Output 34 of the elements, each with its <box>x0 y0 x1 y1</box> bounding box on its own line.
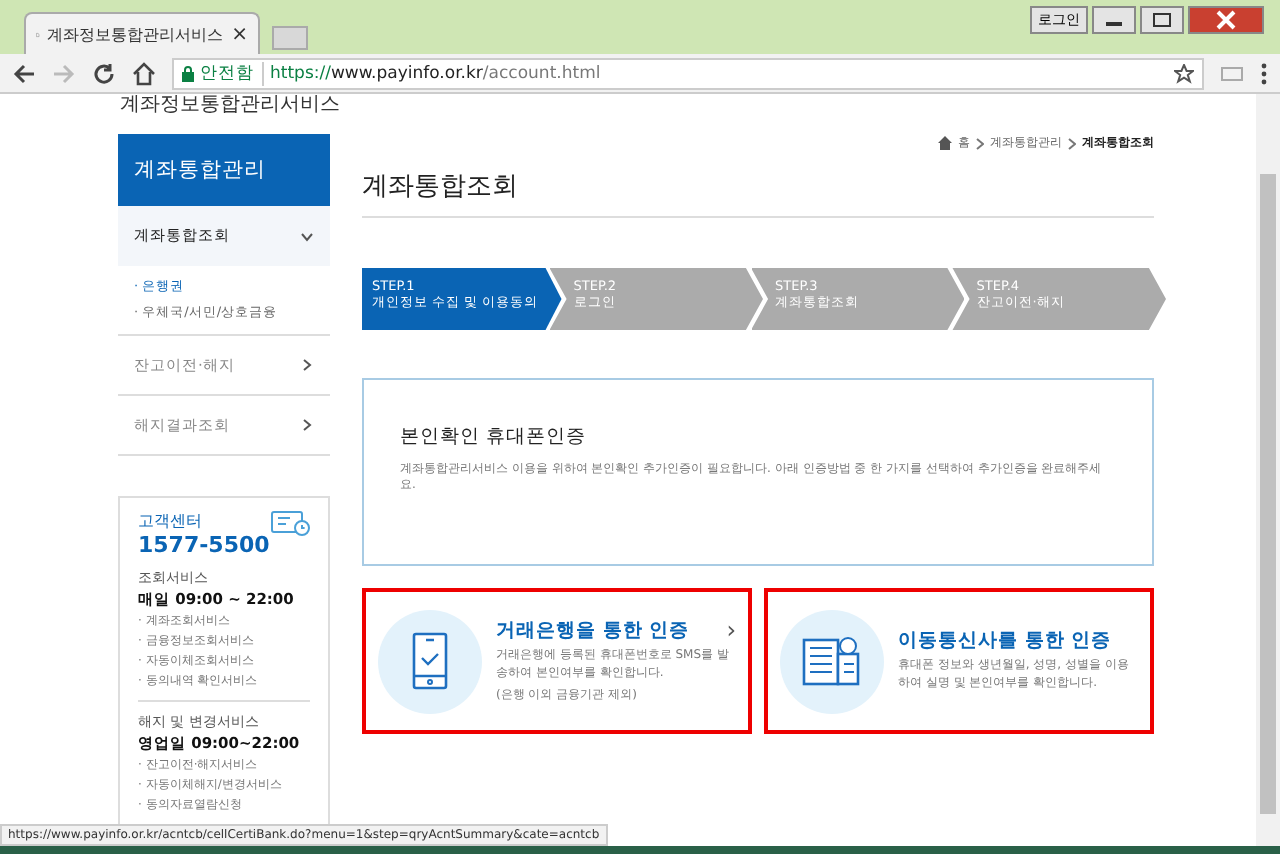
home-icon[interactable] <box>132 61 156 85</box>
secure-label: 안전함 <box>200 61 264 85</box>
scrollbar-thumb[interactable] <box>1260 174 1276 814</box>
star-icon[interactable] <box>1174 63 1194 83</box>
home-icon <box>938 136 952 150</box>
chevron-icon <box>300 418 314 432</box>
chevron-icon <box>300 229 314 243</box>
chevron-icon <box>300 358 314 372</box>
sidebar-title: 계좌통합관리 <box>118 134 330 206</box>
minimize-icon[interactable] <box>1092 6 1136 34</box>
option-title: 이동통신사를 통한 인증 <box>898 628 1112 655</box>
chevron-icon <box>976 137 984 149</box>
notice-title: 본인확인 휴대폰인증 <box>400 424 589 450</box>
close-icon[interactable] <box>1188 6 1264 34</box>
support-phone: 1577-5500 <box>138 532 270 558</box>
chevron-icon <box>1068 137 1076 149</box>
page-title: 계좌통합조회 <box>362 152 1154 218</box>
monitor-clock-icon <box>270 510 310 538</box>
chevron-icon[interactable]: › <box>726 616 736 645</box>
phone-icon <box>412 631 448 689</box>
option-title: 거래은행을 통한 인증 <box>496 617 690 644</box>
site-logo-text[interactable]: 계좌정보통합관리서비스 <box>0 94 1256 118</box>
lock-icon <box>182 65 194 81</box>
building-icon <box>802 636 860 685</box>
reload-icon[interactable] <box>92 61 116 85</box>
tab-title: 계좌정보통합관리서비스 <box>47 23 224 45</box>
url-text: https://www.payinfo.or.kr/account.html <box>270 63 601 83</box>
browser-tab[interactable]: 계좌정보통합관리서비스 × <box>24 12 260 54</box>
back-icon[interactable] <box>12 61 36 85</box>
support-title: 고객센터 <box>138 510 204 532</box>
address-bar[interactable]: 안전함 https://www.payinfo.or.kr/account.html <box>172 57 1204 89</box>
menu-icon[interactable] <box>1260 61 1268 85</box>
maximize-icon[interactable] <box>1140 6 1184 34</box>
tab-close-button[interactable]: × <box>231 23 248 45</box>
